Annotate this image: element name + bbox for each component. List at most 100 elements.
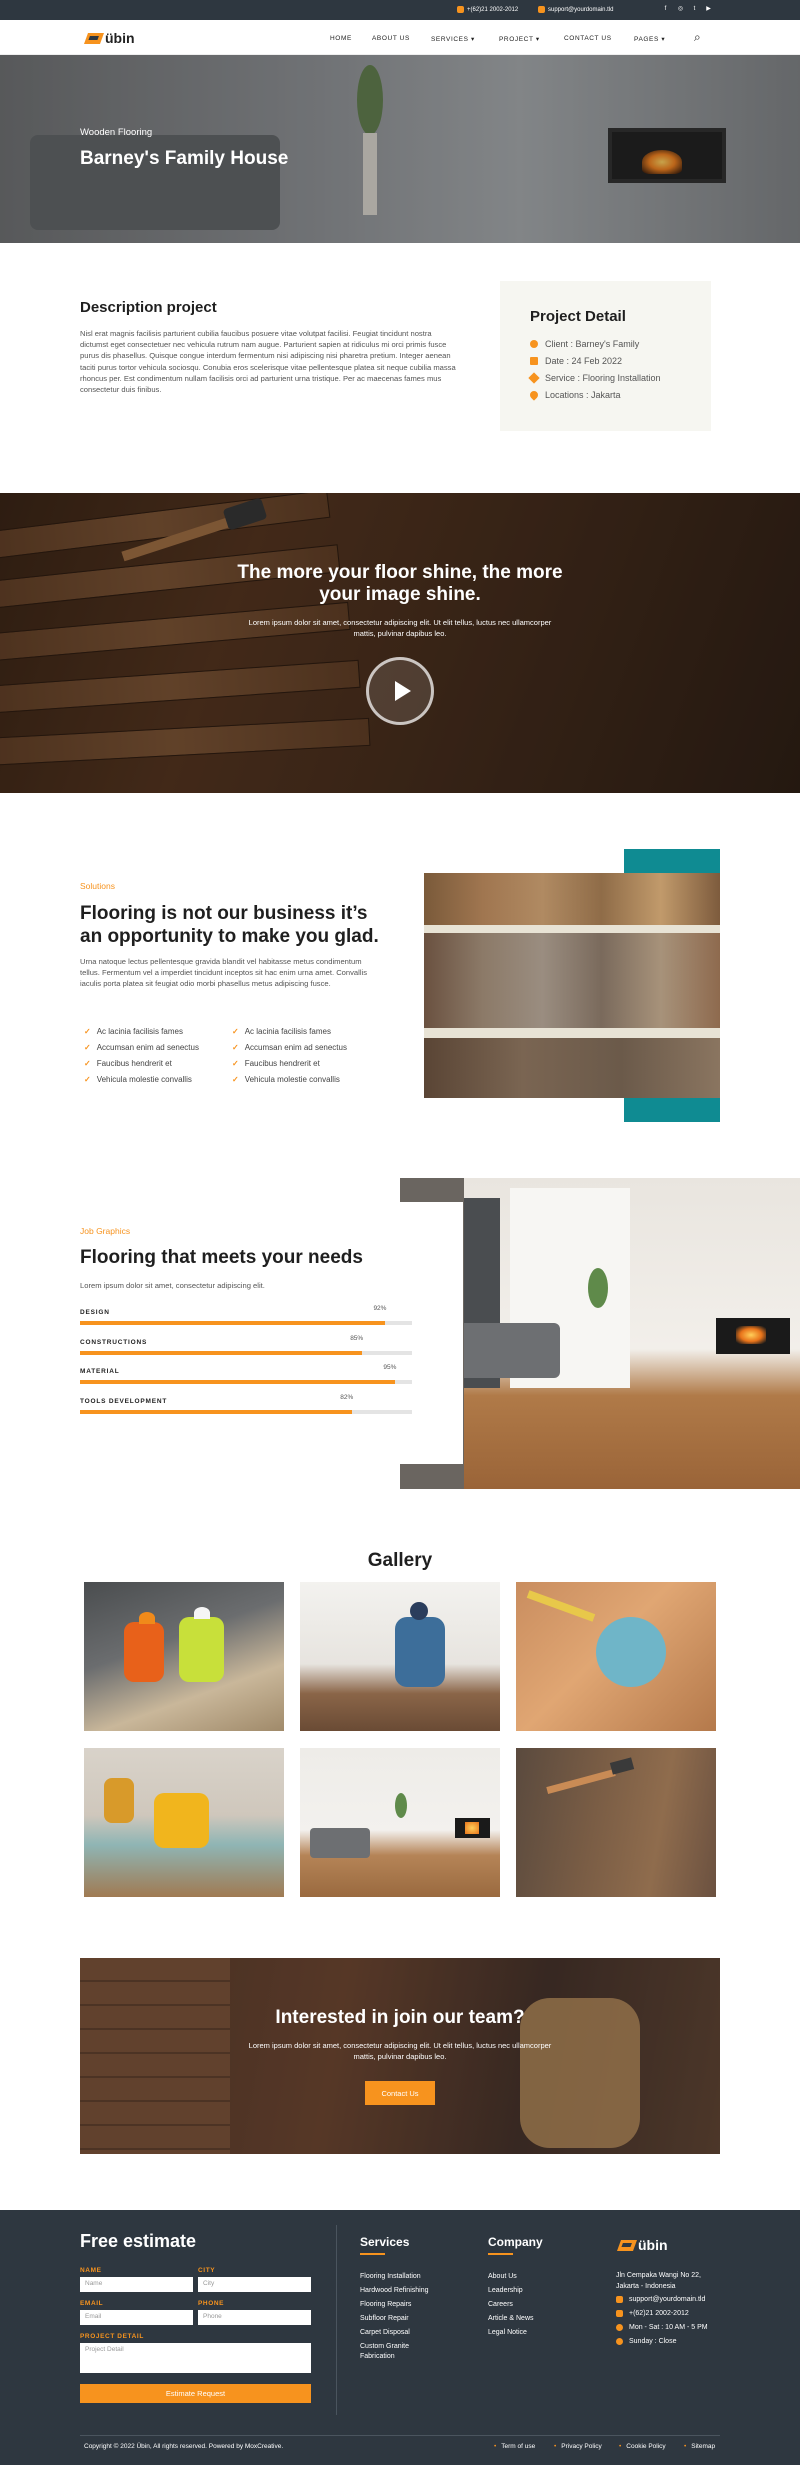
video-banner-title: The more your floor shine, the more your… xyxy=(237,562,563,605)
skill-progress-fill xyxy=(80,1380,396,1384)
chevron-down-icon: ▾ xyxy=(470,36,475,43)
privacy-policy-link[interactable]: Privacy Policy xyxy=(554,2443,601,2450)
term-of-use-link[interactable]: Term of use xyxy=(494,2443,535,2450)
gallery-title: Gallery xyxy=(367,1550,433,1571)
nav-pages[interactable]: PAGES ▾ xyxy=(634,35,665,43)
twitter-icon[interactable]: t xyxy=(690,5,699,14)
list-item: Accumsan enim ad senectus xyxy=(84,1040,199,1056)
instagram-icon[interactable]: ◎ xyxy=(676,5,685,14)
hero-title: Barney's Family House xyxy=(80,148,289,169)
chevron-down-icon: ▾ xyxy=(661,36,666,43)
list-item: Ac lacinia facilisis fames xyxy=(84,1024,199,1040)
footer-link[interactable]: Hardwood Refinishing xyxy=(360,2287,428,2294)
play-video-button[interactable] xyxy=(366,657,434,725)
nav-about[interactable]: ABOUT US xyxy=(372,35,410,42)
footer-email[interactable]: support@yourdomain.tld xyxy=(616,2296,705,2303)
solutions-list-left: Ac lacinia facilisis fames Accumsan enim… xyxy=(84,1024,199,1088)
gallery-image-floor-hammer[interactable] xyxy=(516,1748,716,1897)
estimate-title: Free estimate xyxy=(80,2231,197,2251)
phone-input[interactable]: Phone xyxy=(198,2310,311,2325)
nav-home[interactable]: HOME xyxy=(330,35,352,42)
skill-progress-bar xyxy=(80,1321,412,1325)
footer-logo[interactable]: übin xyxy=(616,2237,668,2253)
gallery-image-laying-planks[interactable] xyxy=(84,1748,284,1897)
skill-progress-fill xyxy=(80,1410,353,1414)
footer-link[interactable]: Flooring Repairs xyxy=(360,2301,411,2308)
footer-hours: Mon - Sat : 10 AM - 5 PM xyxy=(616,2324,708,2331)
description-body: Nisl erat magnis facilisis parturient cu… xyxy=(80,329,456,395)
gallery-image-living-room[interactable] xyxy=(300,1748,500,1897)
footer-link[interactable]: Carpet Disposal xyxy=(360,2329,410,2336)
skill-label: TOOLS DEVELOPMENT xyxy=(80,1398,168,1405)
footer-link[interactable]: Article & News xyxy=(488,2315,534,2322)
estimate-request-button[interactable]: Estimate Request xyxy=(80,2384,311,2403)
site-logo[interactable]: übin xyxy=(83,30,135,46)
search-icon[interactable]: ⌕ xyxy=(694,30,701,45)
footer-address: Jln Cempaka Wangi No 22, Jakarta - Indon… xyxy=(616,2272,701,2290)
mail-icon xyxy=(616,2296,623,2303)
logo-mark-icon xyxy=(616,2239,638,2251)
skill-progress-fill xyxy=(80,1351,363,1355)
flooring-samples-image xyxy=(424,873,720,1098)
skill-percent: 92% xyxy=(373,1305,387,1312)
skill-progress-fill xyxy=(80,1321,386,1325)
solutions-list-right: Ac lacinia facilisis fames Accumsan enim… xyxy=(232,1024,347,1088)
footer-link[interactable]: Leadership xyxy=(488,2287,523,2294)
user-icon xyxy=(530,340,538,348)
city-input[interactable]: City xyxy=(198,2277,311,2292)
main-navigation: übin HOME ABOUT US SERVICES ▾ PROJECT ▾ … xyxy=(0,20,800,55)
cta-body: Lorem ipsum dolor sit amet, consectetur … xyxy=(248,2041,552,2061)
sitemap-link[interactable]: Sitemap xyxy=(684,2443,715,2450)
footer-link[interactable]: Subfloor Repair xyxy=(360,2315,409,2322)
gallery-image-tools-overhead[interactable] xyxy=(516,1582,716,1731)
nav-project[interactable]: PROJECT ▾ xyxy=(499,35,540,43)
play-icon xyxy=(394,681,411,701)
topbar-phone[interactable]: +(62)21 2002-2012 xyxy=(457,6,518,13)
footer-phone[interactable]: +(62)21 2002-2012 xyxy=(616,2310,689,2317)
cta-title: Interested in join our team? xyxy=(275,2007,525,2028)
youtube-icon[interactable]: ▶ xyxy=(704,5,713,14)
contact-us-button[interactable]: Contact Us xyxy=(365,2081,435,2105)
footer-link[interactable]: Flooring Installation xyxy=(360,2273,421,2280)
footer-link[interactable]: Legal Notice xyxy=(488,2329,527,2336)
nav-contact[interactable]: CONTACT US xyxy=(564,35,612,42)
project-detail-title: Project Detail xyxy=(530,308,626,325)
facebook-icon[interactable]: f xyxy=(661,5,670,14)
solutions-eyebrow: Solutions xyxy=(80,881,115,891)
email-input[interactable]: Email xyxy=(80,2310,193,2325)
video-banner-body: Lorem ipsum dolor sit amet, consectetur … xyxy=(248,618,552,638)
nav-services[interactable]: SERVICES ▾ xyxy=(431,35,475,43)
skill-percent: 95% xyxy=(383,1364,397,1371)
list-item: Vehicula molestie convallis xyxy=(232,1072,347,1088)
skill-progress-bar xyxy=(80,1410,412,1414)
footer-link[interactable]: Custom Granite xyxy=(360,2343,409,2350)
skill-percent: 85% xyxy=(350,1335,364,1342)
solutions-body: Urna natoque lectus pellentesque gravida… xyxy=(80,957,368,988)
list-item: Faucibus hendrerit et xyxy=(232,1056,347,1072)
name-input[interactable]: Name xyxy=(80,2277,193,2292)
location-pin-icon xyxy=(528,389,540,401)
detail-service: Service : Flooring Installation xyxy=(528,372,661,384)
footer-divider xyxy=(336,2225,337,2415)
footer-link[interactable]: Fabrication xyxy=(360,2353,395,2360)
gallery-image-installer-kneeling[interactable] xyxy=(300,1582,500,1731)
tools-icon xyxy=(528,372,540,384)
hero-section: Wooden Flooring Barney's Family House xyxy=(0,55,800,243)
cookie-policy-link[interactable]: Cookie Policy xyxy=(619,2443,665,2450)
detail-location: Locations : Jakarta xyxy=(528,389,621,401)
hero-eyebrow: Wooden Flooring xyxy=(80,127,153,138)
gallery-image-workers-plans[interactable] xyxy=(84,1582,284,1731)
list-item: Ac lacinia facilisis fames xyxy=(232,1024,347,1040)
footer-link[interactable]: Careers xyxy=(488,2301,513,2308)
phone-icon xyxy=(616,2310,623,2317)
footer: Free estimate NAME Name CITY City EMAIL … xyxy=(0,2210,800,2465)
skill-label: DESIGN xyxy=(80,1309,110,1316)
services-title: Services xyxy=(360,2235,410,2249)
calendar-icon xyxy=(530,357,538,365)
footer-link[interactable]: About Us xyxy=(488,2273,517,2280)
skills-body: Lorem ipsum dolor sit amet, consectetur … xyxy=(80,1281,265,1290)
mail-icon xyxy=(538,6,545,13)
project-detail-box: Project Detail Client : Barney's Family … xyxy=(500,281,711,431)
project-detail-textarea[interactable]: Project Detail xyxy=(80,2343,311,2373)
topbar-email[interactable]: support@yourdomain.tld xyxy=(538,6,613,13)
